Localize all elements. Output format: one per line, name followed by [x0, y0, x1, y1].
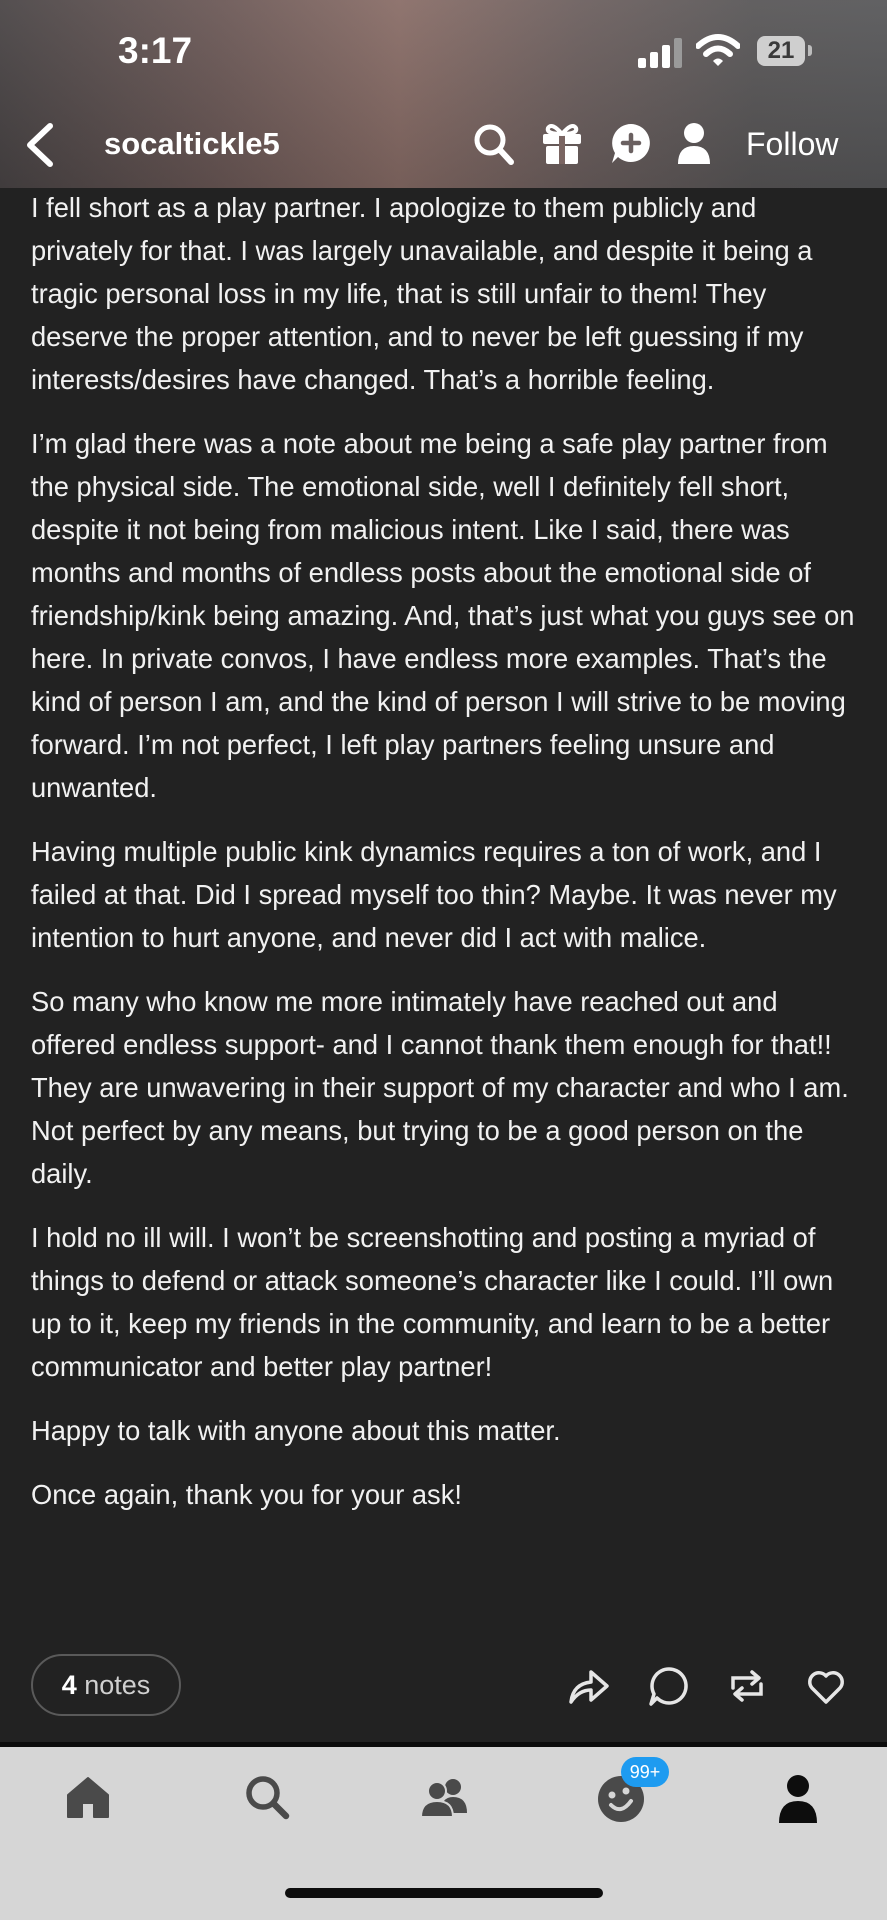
- back-chevron-icon[interactable]: [22, 120, 58, 170]
- chat-plus-icon[interactable]: [609, 120, 653, 168]
- battery-icon: 21: [757, 36, 805, 66]
- blog-username[interactable]: socaltickle5: [104, 126, 280, 162]
- status-bar: 3:17 21: [0, 0, 887, 100]
- post-paragraph: Once again, thank you for your ask!: [31, 1479, 462, 1510]
- account-icon[interactable]: [776, 1773, 820, 1825]
- cellular-signal-icon: [638, 38, 682, 68]
- notes-button[interactable]: 4 notes: [31, 1654, 181, 1716]
- post-paragraph: Having multiple public kink dynamics req…: [31, 836, 837, 953]
- notes-label: notes: [84, 1670, 151, 1700]
- community-icon[interactable]: [419, 1773, 471, 1821]
- post-paragraph: So many who know me more intimately have…: [31, 986, 849, 1189]
- header-bar: 3:17 21 socaltickle5 Follow: [0, 0, 887, 188]
- wifi-icon: [696, 34, 740, 66]
- reblog-icon[interactable]: [725, 1664, 769, 1708]
- gift-icon[interactable]: [540, 120, 584, 168]
- post-paragraph: I hold no ill will. I won’t be screensho…: [31, 1222, 834, 1382]
- follow-button[interactable]: Follow: [746, 126, 838, 163]
- notification-badge: 99+: [621, 1757, 669, 1787]
- home-indicator: [285, 1888, 603, 1898]
- post-body: I fell short as a play partner. I apolog…: [31, 186, 861, 1537]
- post-paragraph: I fell short as a play partner. I apolog…: [31, 192, 813, 395]
- battery-tip: [808, 45, 812, 56]
- post-paragraph: I’m glad there was a note about me being…: [31, 428, 855, 803]
- post-paragraph: Happy to talk with anyone about this mat…: [31, 1415, 561, 1446]
- comment-icon[interactable]: [647, 1664, 691, 1708]
- notes-count: 4: [61, 1670, 77, 1700]
- search-icon[interactable]: [472, 120, 516, 168]
- search-tab-icon[interactable]: [243, 1773, 291, 1821]
- person-icon[interactable]: [674, 120, 714, 168]
- share-icon[interactable]: [567, 1664, 611, 1708]
- status-time: 3:17: [118, 30, 193, 71]
- nav-bar: socaltickle5 Follow: [0, 110, 887, 180]
- home-icon[interactable]: [64, 1773, 112, 1821]
- heart-icon[interactable]: [804, 1664, 848, 1708]
